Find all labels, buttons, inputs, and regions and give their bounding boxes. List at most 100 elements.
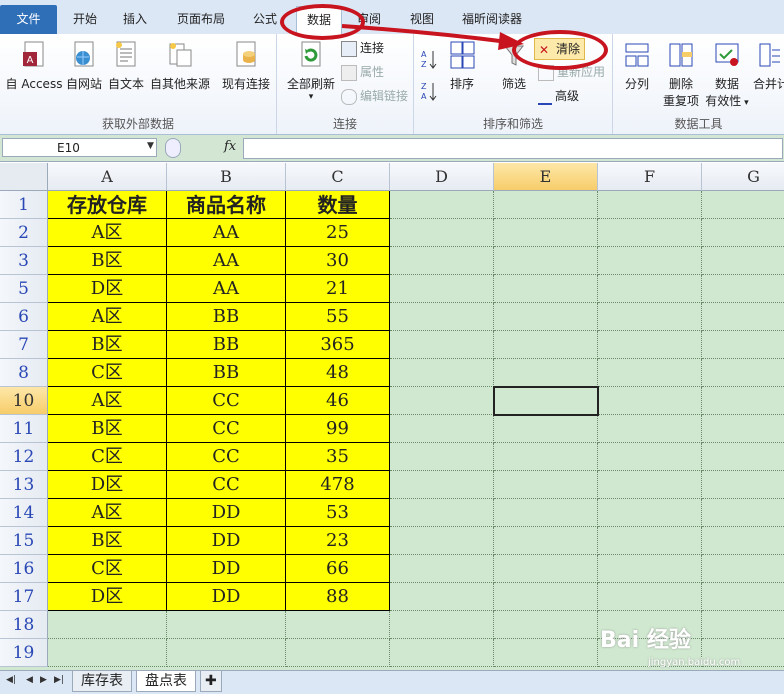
row-header-18[interactable]: 18 bbox=[0, 611, 48, 639]
table-cell[interactable] bbox=[702, 219, 784, 247]
table-cell[interactable] bbox=[702, 583, 784, 611]
existing-connections-button[interactable]: 现有连接 bbox=[218, 36, 274, 92]
table-cell[interactable]: A区 bbox=[48, 499, 167, 527]
row-header-16[interactable]: 16 bbox=[0, 555, 48, 583]
table-cell[interactable] bbox=[494, 639, 598, 667]
table-cell[interactable]: 55 bbox=[286, 303, 390, 331]
table-cell[interactable] bbox=[598, 247, 702, 275]
table-cell[interactable] bbox=[390, 499, 494, 527]
table-cell[interactable] bbox=[494, 303, 598, 331]
table-cell[interactable] bbox=[702, 387, 784, 415]
table-cell[interactable] bbox=[390, 387, 494, 415]
column-header-b[interactable]: B bbox=[167, 163, 286, 191]
table-cell[interactable] bbox=[598, 499, 702, 527]
tab-home[interactable]: 开始 bbox=[63, 6, 107, 33]
formula-input[interactable] bbox=[243, 138, 783, 159]
row-header-12[interactable]: 12 bbox=[0, 443, 48, 471]
table-cell[interactable] bbox=[598, 471, 702, 499]
remove-duplicates-button[interactable]: 删除 重复项 bbox=[659, 36, 703, 109]
from-access-button[interactable]: A 自 Access bbox=[4, 36, 64, 92]
table-cell[interactable] bbox=[598, 583, 702, 611]
table-cell[interactable] bbox=[390, 415, 494, 443]
table-cell[interactable]: B区 bbox=[48, 527, 167, 555]
properties-button[interactable]: 属性 bbox=[341, 62, 384, 82]
prev-sheet-icon[interactable]: ◀ bbox=[26, 675, 33, 685]
table-cell[interactable]: 25 bbox=[286, 219, 390, 247]
table-cell[interactable] bbox=[286, 611, 390, 639]
table-cell[interactable] bbox=[702, 415, 784, 443]
table-cell[interactable] bbox=[702, 555, 784, 583]
table-cell[interactable] bbox=[48, 611, 167, 639]
from-text-button[interactable]: 自文本 bbox=[106, 36, 146, 92]
table-cell[interactable] bbox=[390, 359, 494, 387]
table-cell[interactable]: 99 bbox=[286, 415, 390, 443]
table-cell[interactable] bbox=[494, 275, 598, 303]
header-cell[interactable]: 数量 bbox=[286, 191, 390, 219]
table-cell[interactable]: C区 bbox=[48, 555, 167, 583]
table-cell[interactable] bbox=[598, 275, 702, 303]
table-cell[interactable]: CC bbox=[167, 415, 286, 443]
table-cell[interactable] bbox=[390, 247, 494, 275]
from-web-button[interactable]: 自网站 bbox=[64, 36, 104, 92]
table-cell[interactable] bbox=[494, 191, 598, 219]
header-cell[interactable]: 存放仓库 bbox=[48, 191, 167, 219]
column-header-e[interactable]: E bbox=[494, 163, 598, 191]
table-cell[interactable] bbox=[598, 555, 702, 583]
first-sheet-icon[interactable]: ◀| bbox=[6, 675, 16, 685]
table-cell[interactable]: AA bbox=[167, 275, 286, 303]
table-cell[interactable] bbox=[702, 443, 784, 471]
table-cell[interactable] bbox=[598, 387, 702, 415]
refresh-all-button[interactable]: 全部刷新 ▾ bbox=[283, 36, 339, 102]
table-cell[interactable] bbox=[167, 639, 286, 667]
tab-page-layout[interactable]: 页面布局 bbox=[168, 6, 234, 33]
table-cell[interactable]: B区 bbox=[48, 331, 167, 359]
data-validation-button[interactable]: 数据 有效性 ▾ bbox=[705, 36, 749, 109]
name-box[interactable]: E10 bbox=[2, 138, 157, 157]
table-cell[interactable]: 30 bbox=[286, 247, 390, 275]
table-cell[interactable] bbox=[494, 611, 598, 639]
table-cell[interactable] bbox=[702, 303, 784, 331]
table-cell[interactable]: C区 bbox=[48, 359, 167, 387]
from-other-sources-button[interactable]: 自其他来源 bbox=[148, 36, 212, 92]
table-cell[interactable] bbox=[48, 639, 167, 667]
table-cell[interactable] bbox=[702, 471, 784, 499]
table-cell[interactable]: 21 bbox=[286, 275, 390, 303]
table-cell[interactable] bbox=[390, 191, 494, 219]
edit-links-button[interactable]: 编辑链接 bbox=[341, 86, 408, 106]
table-cell[interactable]: BB bbox=[167, 303, 286, 331]
table-cell[interactable] bbox=[494, 331, 598, 359]
table-cell[interactable] bbox=[494, 583, 598, 611]
table-cell[interactable] bbox=[598, 443, 702, 471]
table-cell[interactable] bbox=[702, 611, 784, 639]
table-cell[interactable]: A区 bbox=[48, 219, 167, 247]
row-header-11[interactable]: 11 bbox=[0, 415, 48, 443]
table-cell[interactable]: DD bbox=[167, 499, 286, 527]
table-cell[interactable]: B区 bbox=[48, 247, 167, 275]
sort-ascending-icon[interactable]: AZ bbox=[420, 48, 438, 70]
table-cell[interactable] bbox=[494, 247, 598, 275]
sort-descending-icon[interactable]: ZA bbox=[420, 80, 438, 102]
table-cell[interactable] bbox=[702, 191, 784, 219]
table-cell[interactable] bbox=[390, 527, 494, 555]
column-header-a[interactable]: A bbox=[48, 163, 167, 191]
table-cell[interactable] bbox=[494, 443, 598, 471]
table-cell[interactable]: 23 bbox=[286, 527, 390, 555]
table-cell[interactable] bbox=[702, 359, 784, 387]
row-header-8[interactable]: 8 bbox=[0, 359, 48, 387]
table-cell[interactable] bbox=[598, 191, 702, 219]
row-header-3[interactable]: 3 bbox=[0, 247, 48, 275]
table-cell[interactable] bbox=[494, 555, 598, 583]
advanced-filter-button[interactable]: 高级 bbox=[538, 86, 579, 106]
column-header-d[interactable]: D bbox=[390, 163, 494, 191]
table-cell[interactable] bbox=[390, 583, 494, 611]
table-cell[interactable]: D区 bbox=[48, 275, 167, 303]
sheet-tab-stocktake[interactable]: 盘点表 bbox=[136, 671, 196, 692]
table-cell[interactable] bbox=[598, 331, 702, 359]
column-header-g[interactable]: G bbox=[702, 163, 784, 191]
table-cell[interactable] bbox=[390, 611, 494, 639]
table-cell[interactable]: BB bbox=[167, 331, 286, 359]
table-cell[interactable] bbox=[598, 359, 702, 387]
table-cell[interactable]: DD bbox=[167, 555, 286, 583]
column-header-f[interactable]: F bbox=[598, 163, 702, 191]
table-cell[interactable]: D区 bbox=[48, 583, 167, 611]
